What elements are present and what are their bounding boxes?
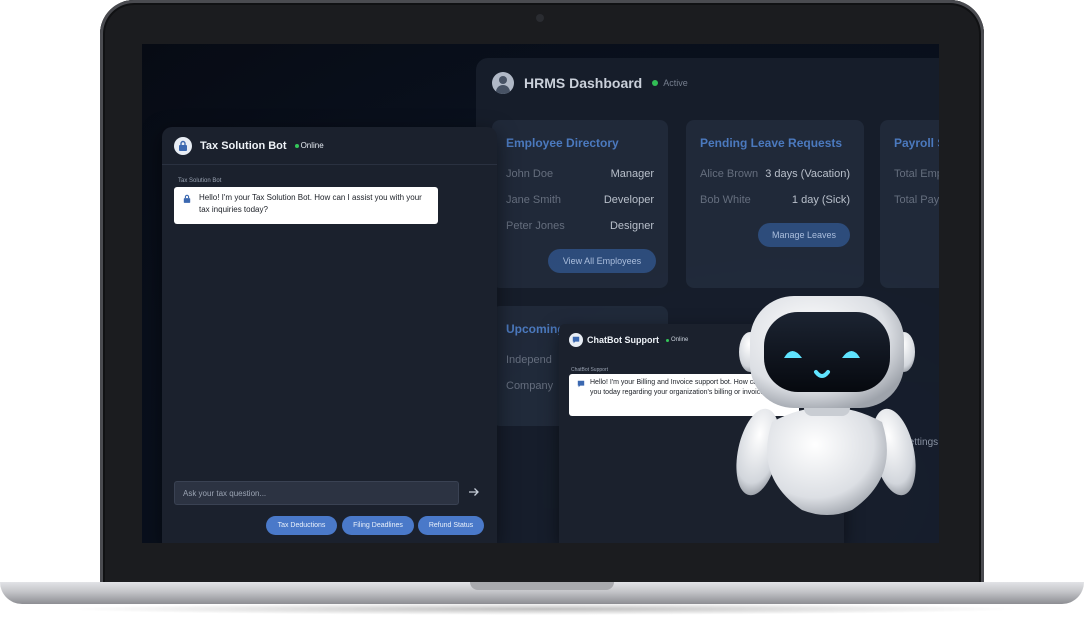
payroll-row: Total Pay	[894, 194, 939, 206]
employee-name: John Doe	[506, 168, 554, 180]
arrow-right-icon[interactable]	[468, 486, 480, 500]
refund-status-button[interactable]: Refund Status	[418, 516, 484, 535]
message-sender: ChatBot Support	[571, 367, 608, 373]
hrms-title: HRMS Dashboard	[524, 75, 643, 91]
bot-message-text: Hello! I'm your Tax Solution Bot. How ca…	[199, 193, 422, 214]
leave-employee-name: Bob White	[700, 194, 751, 206]
tax-bot-status: Online	[294, 141, 324, 150]
filing-deadlines-button[interactable]: Filing Deadlines	[342, 516, 414, 535]
hrms-header: HRMS Dashboard Active	[492, 72, 688, 94]
chat-bubble-icon	[569, 333, 583, 347]
hrms-status-label: Active	[663, 78, 688, 88]
status-dot-icon	[652, 80, 659, 86]
payroll-card: Payroll S Total Emp Total Pay	[880, 120, 939, 288]
online-dot-icon	[666, 338, 669, 342]
employee-row[interactable]: John Doe Manager	[506, 168, 654, 180]
employee-row[interactable]: Peter Jones Designer	[506, 220, 654, 232]
hrms-status: Active	[652, 78, 688, 88]
employee-role: Manager	[610, 168, 654, 180]
upcoming-label: Company	[506, 380, 554, 392]
lock-icon	[174, 136, 192, 155]
laptop-shadow	[60, 603, 1024, 615]
employee-name: Peter Jones	[506, 220, 565, 232]
tax-question-input[interactable]: Ask your tax question...	[174, 481, 459, 505]
employee-role: Developer	[603, 194, 654, 206]
user-avatar-icon[interactable]	[492, 72, 514, 94]
employee-role: Designer	[609, 220, 654, 232]
leave-requests-title: Pending Leave Requests	[700, 136, 843, 150]
leave-detail: 3 days (Vacation)	[765, 168, 850, 180]
chat-bubble-icon	[577, 380, 585, 392]
support-bot-header: ChatBot Support Online	[569, 333, 688, 347]
payroll-label: Total Pay	[894, 194, 939, 206]
employee-directory-card: Employee Directory John Doe Manager Jane …	[492, 120, 668, 288]
support-bot-status-label: Online	[671, 337, 689, 343]
lock-icon	[183, 194, 191, 207]
support-bot-title: ChatBot Support	[587, 335, 659, 345]
laptop-notch	[470, 582, 614, 590]
leave-row[interactable]: Alice Brown 3 days (Vacation)	[700, 168, 850, 180]
upcoming-label: Independ	[506, 354, 552, 366]
support-bot-status: Online	[666, 337, 688, 343]
leave-employee-name: Alice Brown	[700, 168, 759, 180]
employee-row[interactable]: Jane Smith Developer	[506, 194, 654, 206]
laptop-camera	[536, 14, 544, 22]
leave-detail: 1 day (Sick)	[791, 194, 850, 206]
bot-message-bubble: Hello! I'm your Tax Solution Bot. How ca…	[174, 187, 438, 224]
tax-bot-status-label: Online	[300, 141, 324, 150]
leave-row[interactable]: Bob White 1 day (Sick)	[700, 194, 850, 206]
view-all-employees-button[interactable]: View All Employees	[548, 249, 656, 273]
employee-name: Jane Smith	[506, 194, 562, 206]
message-sender: Tax Solution Bot	[178, 178, 222, 184]
tax-bot-title: Tax Solution Bot	[200, 139, 287, 152]
manage-leaves-button[interactable]: Manage Leaves	[758, 223, 850, 247]
tax-deductions-button[interactable]: Tax Deductions	[266, 516, 337, 535]
tax-bot-window: Tax Solution Bot Online Tax Solution Bot…	[162, 127, 497, 543]
payroll-row: Total Emp	[894, 168, 939, 180]
payroll-label: Total Emp	[894, 168, 939, 180]
tax-bot-header: Tax Solution Bot Online	[162, 127, 497, 165]
payroll-title: Payroll S	[894, 136, 939, 150]
online-dot-icon	[294, 143, 299, 148]
upcoming-title: Upcoming	[506, 322, 565, 336]
leave-requests-card: Pending Leave Requests Alice Brown 3 days…	[686, 120, 864, 288]
employee-directory-title: Employee Directory	[506, 136, 619, 150]
robot-mascot-illustration	[736, 296, 916, 515]
